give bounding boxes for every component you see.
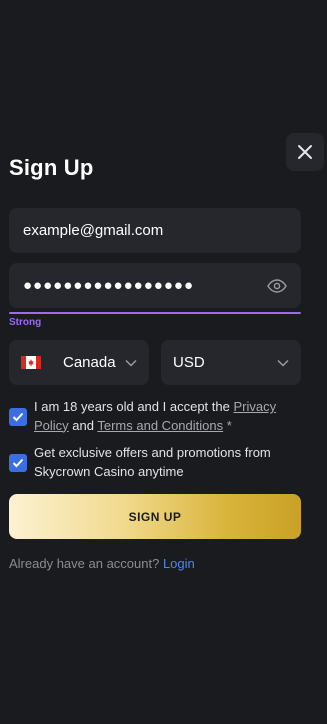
terms-link[interactable]: Terms and Conditions: [97, 418, 223, 433]
consent-prefix: I am 18 years old and I accept the: [34, 399, 234, 414]
password-value: ●●●●●●●●●●●●●●●●●: [23, 277, 195, 294]
promo-checkbox[interactable]: [9, 454, 27, 472]
password-strength-label: Strong: [9, 317, 42, 328]
close-button[interactable]: [286, 133, 324, 171]
consent-and: and: [68, 417, 98, 433]
sign-up-button[interactable]: SIGN UP: [9, 494, 301, 539]
check-icon: [12, 458, 24, 468]
country-select[interactable]: Canada: [9, 340, 149, 385]
email-field[interactable]: example@gmail.com: [9, 208, 301, 253]
promo-text: Get exclusive offers and promotions from…: [34, 445, 271, 479]
chevron-down-icon: [125, 359, 137, 367]
age-terms-checkbox[interactable]: [9, 408, 27, 426]
close-icon: [298, 145, 312, 159]
password-strength-bar: [9, 312, 301, 314]
chevron-down-icon: [277, 359, 289, 367]
login-link[interactable]: Login: [163, 556, 195, 571]
page-title: Sign Up: [9, 155, 94, 180]
country-value: Canada: [63, 354, 116, 371]
currency-value: USD: [173, 354, 205, 371]
age-terms-text: I am 18 years old and I accept the Priva…: [34, 398, 304, 435]
age-terms-consent: I am 18 years old and I accept the Priva…: [9, 398, 304, 435]
login-prompt-text: Already have an account?: [9, 556, 163, 571]
promo-consent: Get exclusive offers and promotions from…: [9, 444, 304, 481]
currency-select[interactable]: USD: [161, 340, 301, 385]
email-value: example@gmail.com: [23, 222, 164, 239]
required-marker: *: [223, 417, 232, 433]
canada-flag-icon: [21, 356, 41, 369]
login-prompt: Already have an account? Login: [9, 556, 195, 571]
password-field[interactable]: ●●●●●●●●●●●●●●●●●: [9, 263, 301, 308]
check-icon: [12, 412, 24, 422]
eye-icon[interactable]: [267, 278, 287, 293]
